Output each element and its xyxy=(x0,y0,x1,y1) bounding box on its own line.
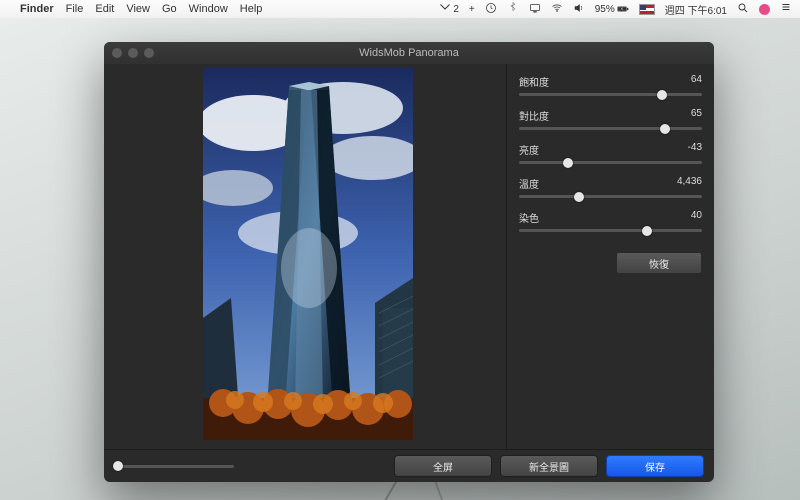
battery-percent: 95% xyxy=(595,4,615,15)
volume-icon[interactable] xyxy=(573,2,585,17)
slider-knob[interactable] xyxy=(574,192,584,202)
bluetooth-icon[interactable] xyxy=(507,2,519,17)
slider-label: 亮度 xyxy=(519,142,539,157)
slider-track[interactable] xyxy=(519,195,702,198)
menu-view[interactable]: View xyxy=(126,3,150,15)
macos-menubar: Finder File Edit View Go Window Help 2 +… xyxy=(0,0,800,19)
slider-track[interactable] xyxy=(519,161,702,164)
slider-value: 65 xyxy=(691,108,702,123)
slider-1: 對比度 65 xyxy=(519,108,702,130)
zoom-slider[interactable] xyxy=(114,465,234,468)
menubar-clock[interactable]: 週四 下午6:01 xyxy=(665,2,727,17)
slider-2: 亮度 -43 xyxy=(519,142,702,164)
siri-icon[interactable] xyxy=(759,4,770,15)
adjustments-panel: 飽和度 64 對比度 65 亮度 -43 溫度 4,436 染色 40 恢復 xyxy=(506,64,714,449)
slider-knob[interactable] xyxy=(660,124,670,134)
preview-image xyxy=(203,68,413,440)
window-footer: 全屏 新全景圖 保存 xyxy=(104,449,714,482)
input-source-flag-icon[interactable] xyxy=(639,4,655,15)
slider-value: -43 xyxy=(688,142,702,157)
spotlight-icon[interactable] xyxy=(737,2,749,17)
slider-value: 64 xyxy=(691,74,702,89)
menu-window[interactable]: Window xyxy=(189,3,228,15)
menu-file[interactable]: File xyxy=(66,3,84,15)
notification-center-icon[interactable] xyxy=(780,2,792,17)
slider-label: 對比度 xyxy=(519,108,549,123)
window-close-button[interactable] xyxy=(112,48,122,58)
display-icon[interactable] xyxy=(529,2,541,17)
window-zoom-button[interactable] xyxy=(144,48,154,58)
plus-icon[interactable]: + xyxy=(469,4,475,15)
menu-help[interactable]: Help xyxy=(240,3,263,15)
slider-knob[interactable] xyxy=(657,90,667,100)
menu-go[interactable]: Go xyxy=(162,3,177,15)
slider-0: 飽和度 64 xyxy=(519,74,702,96)
restore-button[interactable]: 恢復 xyxy=(616,252,702,274)
window-title: WidsMob Panorama xyxy=(104,47,714,59)
wifi-icon[interactable] xyxy=(551,2,563,17)
save-button[interactable]: 保存 xyxy=(606,455,704,477)
slider-track[interactable] xyxy=(519,127,702,130)
cc-badge-count: 2 xyxy=(453,4,459,15)
slider-label: 飽和度 xyxy=(519,74,549,89)
window-minimize-button[interactable] xyxy=(128,48,138,58)
slider-label: 染色 xyxy=(519,210,539,225)
menubar-app-name[interactable]: Finder xyxy=(20,3,54,15)
zoom-slider-knob[interactable] xyxy=(113,461,123,471)
creative-cloud-icon[interactable]: 2 xyxy=(439,3,459,15)
slider-knob[interactable] xyxy=(642,226,652,236)
battery-status[interactable]: 95% xyxy=(595,3,629,15)
panorama-app-window: WidsMob Panorama xyxy=(104,42,714,482)
timemachine-icon[interactable] xyxy=(485,2,497,17)
desktop-background: WidsMob Panorama xyxy=(0,18,800,500)
new-panorama-button[interactable]: 新全景圖 xyxy=(500,455,598,477)
image-preview-area xyxy=(104,64,506,449)
slider-value: 40 xyxy=(691,210,702,225)
slider-track[interactable] xyxy=(519,93,702,96)
slider-label: 溫度 xyxy=(519,176,539,191)
slider-3: 溫度 4,436 xyxy=(519,176,702,198)
slider-knob[interactable] xyxy=(563,158,573,168)
slider-4: 染色 40 xyxy=(519,210,702,232)
slider-track[interactable] xyxy=(519,229,702,232)
slider-value: 4,436 xyxy=(677,176,702,191)
menu-edit[interactable]: Edit xyxy=(95,3,114,15)
fullscreen-button[interactable]: 全屏 xyxy=(394,455,492,477)
window-titlebar[interactable]: WidsMob Panorama xyxy=(104,42,714,64)
